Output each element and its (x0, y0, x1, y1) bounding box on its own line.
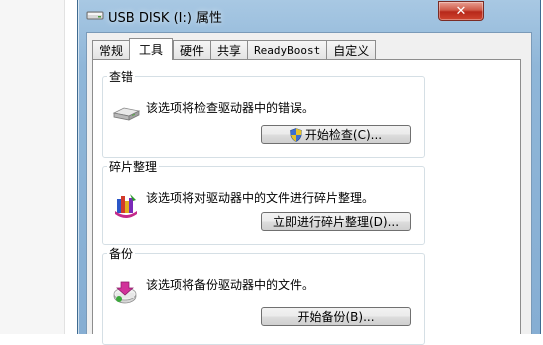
error-check-description: 该选项将检查驱动器中的错误。 (146, 101, 315, 115)
close-button[interactable]: ✕ (438, 1, 484, 21)
background-panel (0, 0, 65, 334)
properties-window: USB DISK (I:) 属性 ✕ 常规 工具 硬件 共享 ReadyBoos… (77, 0, 541, 345)
start-check-button[interactable]: 开始检查(C)... (261, 125, 411, 144)
backup-title: 备份 (107, 245, 136, 262)
close-icon: ✕ (455, 3, 467, 19)
start-check-label: 开始检查(C)... (304, 128, 383, 142)
disk-drive-icon (112, 107, 141, 121)
tab-strip: 常规 工具 硬件 共享 ReadyBoost 自定义 (92, 38, 377, 60)
start-backup-label: 开始备份(B)... (297, 310, 375, 324)
defrag-group: 碎片整理 该选项将对驱动器中的文件进行碎片整理。 立即进行碎片整理(D)... (102, 158, 425, 245)
defragment-now-label: 立即进行碎片整理(D)... (272, 215, 400, 229)
start-backup-button[interactable]: 开始备份(B)... (261, 307, 411, 326)
title-bar[interactable]: USB DISK (I:) 属性 ✕ (78, 0, 540, 32)
tab-customize[interactable]: 自定义 (326, 40, 377, 59)
uac-shield-icon (290, 127, 302, 142)
tools-tab-page: 查错 该选项将检查驱动器中的错误。 开始检查(C)... 碎片整理 该选项将对驱… (92, 59, 521, 345)
usb-drive-icon (86, 11, 104, 20)
tab-readyboost[interactable]: ReadyBoost (247, 40, 327, 59)
tab-hardware[interactable]: 硬件 (173, 40, 211, 59)
defrag-icon (115, 194, 137, 218)
defrag-title: 碎片整理 (107, 158, 160, 175)
dialog-body: 常规 工具 硬件 共享 ReadyBoost 自定义 查错 该选项将检查驱动器中… (86, 32, 532, 345)
tab-tools[interactable]: 工具 (129, 38, 174, 60)
defrag-description: 该选项将对驱动器中的文件进行碎片整理。 (146, 191, 375, 205)
defragment-now-button[interactable]: 立即进行碎片整理(D)... (261, 212, 411, 231)
window-title: USB DISK (I:) 属性 (108, 11, 223, 26)
error-check-group: 查错 该选项将检查驱动器中的错误。 开始检查(C)... (102, 68, 425, 158)
backup-description: 该选项将备份驱动器中的文件。 (146, 278, 315, 292)
tab-general[interactable]: 常规 (92, 40, 130, 59)
tab-sharing[interactable]: 共享 (210, 40, 248, 59)
backup-group: 备份 该选项将备份驱动器中的文件。 开始备份(B)... (102, 245, 425, 345)
backup-icon (113, 281, 137, 304)
error-check-title: 查错 (107, 68, 136, 85)
